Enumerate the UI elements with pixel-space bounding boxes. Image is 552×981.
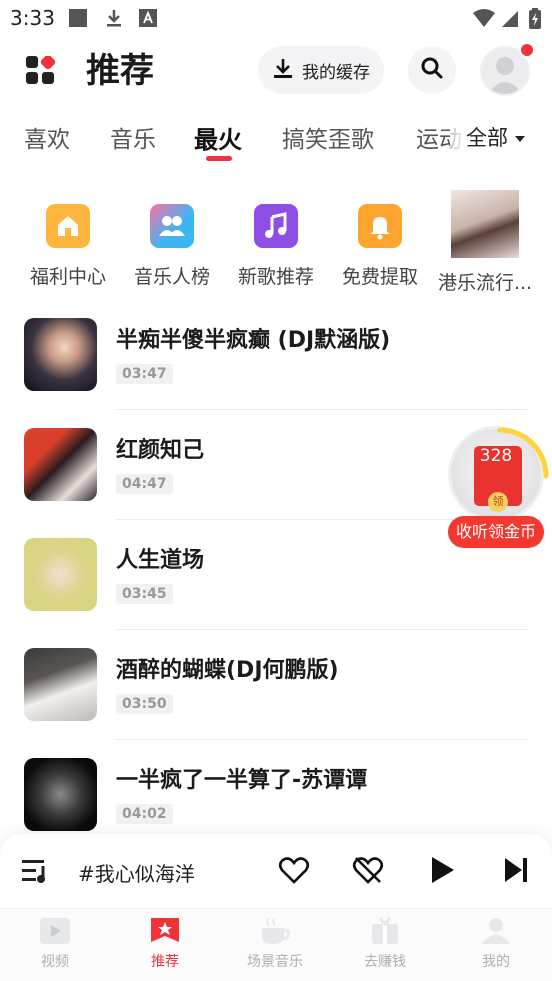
song-cover xyxy=(24,648,97,721)
my-cache-label: 我的缓存 xyxy=(302,62,370,83)
my-cache-button[interactable]: 我的缓存 xyxy=(258,46,384,94)
tab-funny-songs[interactable]: 搞笑歪歌 xyxy=(282,120,374,154)
status-bar: 3:33 xyxy=(0,0,552,36)
song-cover xyxy=(24,428,97,501)
mini-player: #我心似海洋 xyxy=(0,834,552,908)
song-title: 一半疯了一半算了-苏谭谭 xyxy=(116,768,368,793)
song-title: 酒醉的蝴蝶(DJ何鹏版) xyxy=(116,658,339,683)
app-logo-icon[interactable] xyxy=(26,54,56,86)
battery-icon xyxy=(528,8,542,34)
song-title: 人生道场 xyxy=(116,548,205,573)
bell-icon xyxy=(358,204,402,248)
like-heart-icon[interactable] xyxy=(278,854,310,890)
quick-entry-label: 免费提取 xyxy=(341,266,418,288)
nav-video[interactable]: 视频 xyxy=(0,909,110,971)
claim-coin-button[interactable]: 领 xyxy=(488,492,508,512)
tab-like[interactable]: 喜欢 xyxy=(24,120,70,154)
quick-entry-label: 音乐人榜 xyxy=(133,266,210,288)
quick-entry-new-songs[interactable]: 新歌推荐 xyxy=(224,188,328,289)
song-title: 半痴半傻半疯癫 (DJ默涵版) xyxy=(116,328,391,353)
coffee-cup-icon xyxy=(258,915,292,947)
song-duration: 03:50 xyxy=(116,694,173,714)
quick-entry-free-extract[interactable]: 免费提取 xyxy=(328,188,432,289)
song-duration: 03:45 xyxy=(116,584,173,604)
quick-entry-welfare-center[interactable]: 福利中心 xyxy=(16,188,120,289)
tab-music[interactable]: 音乐 xyxy=(110,120,156,154)
people-icon xyxy=(150,204,194,248)
quick-entry-label: 福利中心 xyxy=(29,266,106,288)
download-icon xyxy=(272,57,294,83)
nav-mine[interactable]: 我的 xyxy=(440,909,552,971)
playlist-icon[interactable] xyxy=(22,858,52,888)
nav-label: 我的 xyxy=(482,954,510,970)
search-button[interactable] xyxy=(408,46,456,94)
quick-entry-musician-chart[interactable]: 音乐人榜 xyxy=(120,188,224,289)
song-title: 红颜知己 xyxy=(116,438,205,463)
dislike-heart-icon[interactable] xyxy=(352,854,384,890)
nav-scene-music[interactable]: 场景音乐 xyxy=(220,909,330,971)
gift-icon xyxy=(368,915,402,947)
next-track-icon[interactable] xyxy=(502,854,530,890)
nav-recommend[interactable]: 推荐 xyxy=(110,909,220,971)
song-item[interactable]: 酒醉的蝴蝶(DJ何鹏版) 03:50 xyxy=(0,630,552,740)
song-cover xyxy=(24,758,97,831)
coin-amount: 328 xyxy=(479,446,513,466)
song-duration: 04:02 xyxy=(116,804,173,824)
earn-coins-label: 收听领金币 xyxy=(448,516,544,548)
all-categories-label: 全部 xyxy=(466,126,508,150)
page-title: 推荐 xyxy=(86,51,154,91)
search-icon xyxy=(420,56,444,84)
font-status-icon xyxy=(138,8,158,32)
song-duration: 03:47 xyxy=(116,364,173,384)
nav-label: 场景音乐 xyxy=(247,954,303,970)
nav-label: 推荐 xyxy=(151,954,179,970)
now-playing-title[interactable]: #我心似海洋 xyxy=(78,858,195,887)
song-duration: 04:47 xyxy=(116,474,173,494)
profile-icon xyxy=(479,915,513,947)
quick-entry-hk-pop[interactable]: 港乐流行... xyxy=(432,188,538,295)
caret-down-icon xyxy=(514,125,526,149)
quick-entries: 福利中心 音乐人榜 新歌推荐 免费提取 港乐流行... xyxy=(0,188,552,298)
top-header: 推荐 我的缓存 xyxy=(0,40,552,104)
bottom-navigation: 视频 推荐 场景音乐 去赚钱 我的 xyxy=(0,908,552,981)
quick-entry-label: 新歌推荐 xyxy=(237,266,314,288)
home-icon xyxy=(46,204,90,248)
hk-pop-thumbnail xyxy=(451,190,519,258)
tab-hottest[interactable]: 最火 xyxy=(194,120,242,155)
status-time: 3:33 xyxy=(10,6,55,30)
notification-square-icon xyxy=(68,8,88,32)
song-cover xyxy=(24,538,97,611)
play-icon[interactable] xyxy=(428,854,456,890)
listen-earn-coins-widget[interactable]: 328 领 收听领金币 xyxy=(444,426,549,548)
video-icon xyxy=(38,915,72,947)
recommend-icon xyxy=(148,915,182,947)
nav-label: 视频 xyxy=(41,954,69,970)
signal-icon xyxy=(500,8,520,32)
all-categories-button[interactable]: 全部 xyxy=(450,114,552,160)
nav-earn-money[interactable]: 去赚钱 xyxy=(330,909,440,971)
avatar-notification-dot xyxy=(519,42,535,58)
quick-entry-label: 港乐流行... xyxy=(437,272,533,294)
wifi-icon xyxy=(472,8,496,32)
active-tab-indicator xyxy=(206,156,232,161)
nav-label: 去赚钱 xyxy=(364,954,406,970)
download-status-icon xyxy=(104,8,124,32)
song-cover xyxy=(24,318,97,391)
music-note-icon xyxy=(254,204,298,248)
song-item[interactable]: 半痴半傻半疯癫 (DJ默涵版) 03:47 xyxy=(0,300,552,410)
